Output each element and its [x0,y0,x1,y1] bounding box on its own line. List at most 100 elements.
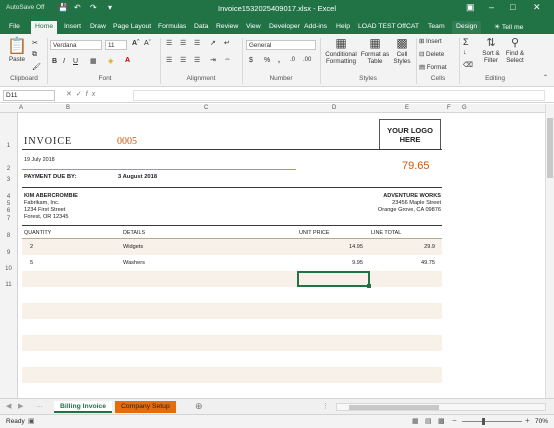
row-header-4[interactable]: 4 [0,194,17,200]
page-break-view-icon[interactable]: ▩ [438,417,445,425]
row-header-2[interactable]: 2 [0,166,17,172]
enter-icon[interactable]: ✓ [76,91,86,98]
italic-button[interactable]: I [63,58,65,65]
wrap-text-icon[interactable]: ↵ [224,39,230,47]
column-header-d[interactable]: D [332,105,336,111]
paste-button[interactable]: 📋 Paste [6,38,28,64]
name-box[interactable]: D11 [3,90,55,101]
clear-icon[interactable]: ⌫ [463,61,473,69]
fill-icon[interactable]: ↓ [463,49,467,56]
zoom-slider-thumb[interactable] [482,418,485,425]
tab-home[interactable]: Home [31,21,58,34]
decrease-font-icon[interactable]: Aˇ [144,40,151,47]
tab-view[interactable]: View [242,21,265,34]
tab-draw[interactable]: Draw [86,21,110,34]
column-header-f[interactable]: F [447,105,451,111]
orientation-icon[interactable]: ↗ [210,39,216,47]
top-align-icon[interactable]: ☰ [166,39,172,47]
column-header-g[interactable]: G [462,105,467,111]
item-unit-price[interactable]: 14.95 [299,244,363,250]
previous-sheet-icon[interactable]: ◀ [6,402,11,410]
minimize-icon[interactable]: – [489,2,494,12]
tab-data[interactable]: Data [190,21,212,34]
tab-page-layout[interactable]: Page Layout [109,21,155,34]
bottom-align-icon[interactable]: ☰ [194,39,200,47]
borders-icon[interactable]: ▦ [90,57,97,65]
scrollbar-thumb[interactable] [547,118,553,178]
item-line-total[interactable]: 49.75 [371,260,435,266]
selected-cell-d11[interactable] [297,271,370,287]
tab-help[interactable]: Help [332,21,354,34]
tab-formulas[interactable]: Formulas [154,21,190,34]
item-quantity[interactable]: 5 [30,260,33,266]
decrease-decimal-icon[interactable]: .00 [303,57,311,63]
row-header-9[interactable]: 9 [0,250,17,256]
copy-icon[interactable]: ⧉ [32,51,37,59]
add-sheet-icon[interactable]: ⊕ [195,401,203,412]
row-header-1[interactable]: 1 [0,143,17,149]
fill-handle[interactable] [367,284,371,288]
align-right-icon[interactable]: ☰ [194,56,200,64]
cancel-icon[interactable]: ✕ [66,91,76,98]
tab-offcat[interactable]: OffCAT [393,21,423,34]
item-line-total[interactable]: 29.9 [371,244,435,250]
align-left-icon[interactable]: ☰ [166,56,172,64]
normal-view-icon[interactable]: ▦ [412,417,419,425]
close-icon[interactable]: ✕ [533,2,541,13]
zoom-slider[interactable] [462,418,522,425]
sort-filter-button[interactable]: ⇅ Sort & Filter [480,37,502,64]
tab-developer[interactable]: Developer [265,21,304,34]
row-header-11[interactable]: 11 [0,282,17,288]
column-header-c[interactable]: C [204,105,208,111]
row-header-6[interactable]: 6 [0,208,17,214]
column-header-a[interactable]: A [19,105,23,111]
zoom-level[interactable]: 70% [535,418,548,425]
find-select-button[interactable]: ⚲ Find & Select [504,37,526,64]
fx-icon[interactable]: fx [86,91,99,98]
comma-style-icon[interactable]: , [278,57,280,64]
row-header-8[interactable]: 8 [0,233,17,239]
horizontal-scrollbar[interactable] [336,403,546,411]
item-unit-price[interactable]: 9.95 [299,260,363,266]
row-header-3[interactable]: 3 [0,177,17,183]
row-header-7[interactable]: 7 [0,216,17,222]
maximize-icon[interactable]: □ [510,2,515,12]
indent-icon[interactable]: ⇥ [210,56,216,64]
zoom-in-icon[interactable]: + [525,416,530,425]
merge-center-icon[interactable]: ⇔ [224,56,231,63]
more-sheets-icon[interactable]: … [36,402,43,409]
format-cells-button[interactable]: ▤ Format [419,64,447,71]
number-format-dropdown[interactable]: General [246,40,316,50]
worksheet-grid[interactable]: YOUR LOGO HERE INVOICE 0005 19 July 2018… [18,113,545,398]
tab-insert[interactable]: Insert [60,21,85,34]
format-painter-icon[interactable]: 🖌 [32,63,41,71]
tab-split-icon[interactable]: ⋮ [322,402,329,410]
align-center-icon[interactable]: ☰ [180,56,186,64]
tab-review[interactable]: Review [212,21,242,34]
tab-team[interactable]: Team [424,21,449,34]
increase-font-icon[interactable]: Aˆ [132,40,139,47]
underline-button[interactable]: U [73,58,78,65]
increase-decimal-icon[interactable]: .0 [290,57,295,63]
font-color-icon[interactable]: A [125,57,130,64]
font-size-dropdown[interactable]: 11 [105,40,127,50]
cell-styles-button[interactable]: ▩ Cell Styles [390,36,414,65]
percent-icon[interactable]: % [264,57,270,64]
cut-icon[interactable]: ✂ [32,39,38,47]
ribbon-display-icon[interactable]: ▣ [466,2,475,13]
page-layout-view-icon[interactable]: ▤ [425,417,432,425]
item-quantity[interactable]: 2 [30,244,33,250]
zoom-out-icon[interactable]: − [452,416,457,425]
horizontal-scrollbar-thumb[interactable] [349,405,439,410]
item-details[interactable]: Washers [123,260,145,266]
formula-input[interactable] [133,90,545,101]
column-header-b[interactable]: B [66,105,70,111]
row-header-5[interactable]: 5 [0,201,17,207]
item-details[interactable]: Widgets [123,244,143,250]
currency-icon[interactable]: $ [249,57,253,64]
font-name-dropdown[interactable]: Verdana [50,40,102,50]
sheet-tab-billing-invoice[interactable]: Billing Invoice [54,401,113,413]
next-sheet-icon[interactable]: ▶ [18,402,23,410]
tab-add-ins[interactable]: Add-ins [300,21,331,34]
collapse-ribbon-icon[interactable]: ⌃ [543,74,548,81]
